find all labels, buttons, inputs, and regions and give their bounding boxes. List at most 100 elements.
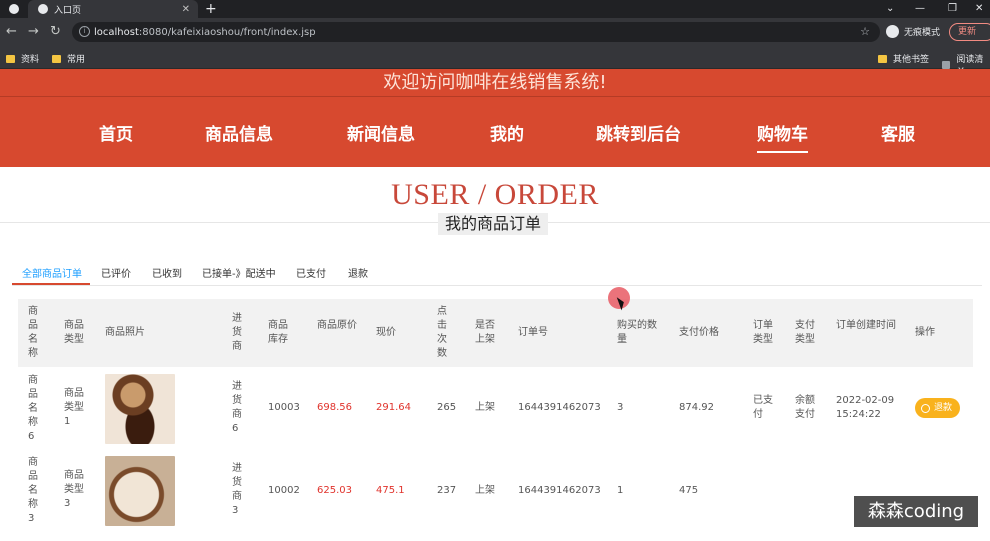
tab-paid[interactable]: 已支付 — [296, 265, 326, 280]
nav-news[interactable]: 新闻信息 — [347, 125, 415, 145]
cell-stock: 10002 — [268, 485, 300, 496]
bookmark-label: 常用 — [67, 55, 86, 65]
bookmark-folder[interactable]: 常用 — [52, 52, 85, 65]
cell-pay-type: 余额支付 — [795, 395, 815, 420]
nav-admin[interactable]: 跳转到后台 — [596, 125, 681, 145]
page-title-en: USER / ORDER — [391, 178, 599, 211]
globe-icon — [38, 4, 48, 14]
cell-quantity: 1 — [617, 485, 624, 496]
table-header: 商品名称 商品类型 商品照片 进货商 商品库存 商品原价 现价 点击次数 是否上… — [18, 299, 973, 367]
watermark: 森森coding — [854, 496, 978, 527]
refund-icon — [921, 403, 930, 413]
cell-product-name: 商品名称3 — [28, 457, 38, 524]
tab-all-orders[interactable]: 全部商品订单 — [22, 265, 82, 280]
col-header: 支付类型 — [795, 320, 815, 345]
address-bar: ← → ↻ i localhost:8080/kafeixiaoshou/fro… — [0, 18, 990, 47]
restore-icon[interactable]: ❐ — [948, 0, 957, 18]
cell-order-no: 1644391462073 — [518, 402, 601, 413]
refund-label: 退款 — [934, 403, 953, 413]
chevron-down-icon[interactable]: ⌄ — [886, 0, 894, 18]
col-header: 商品原价 — [317, 320, 357, 331]
table-row[interactable]: 商品名称6 商品类型1 进货商6 10003 698.56 291.64 265… — [18, 371, 973, 453]
new-tab-button[interactable]: + — [205, 0, 217, 18]
col-header: 现价 — [376, 327, 396, 338]
tab-delivering[interactable]: 已接单-》配送中 — [202, 265, 276, 280]
bookmark-label: 其他书签 — [893, 55, 930, 65]
nav-products[interactable]: 商品信息 — [205, 125, 273, 145]
cell-quantity: 3 — [617, 402, 624, 413]
col-header: 支付价格 — [679, 327, 719, 338]
site-header: 欢迎访问咖啡在线销售系统! 首页 商品信息 新闻信息 我的 跳转到后台 购物车 … — [0, 69, 990, 167]
cell-original-price: 625.03 — [317, 485, 352, 496]
col-header: 商品名称 — [28, 306, 38, 359]
col-header: 操作 — [915, 327, 935, 338]
cell-on-shelf: 上架 — [475, 485, 495, 496]
cell-stock: 10003 — [268, 402, 300, 413]
cell-created-time: 2022-02-09 15:24:22 — [836, 395, 895, 420]
nav-mine[interactable]: 我的 — [490, 125, 524, 145]
forward-icon[interactable]: → — [28, 24, 39, 39]
cell-clicks: 237 — [437, 485, 457, 496]
col-header: 订单号 — [518, 327, 548, 338]
update-label: 更新 — [958, 27, 977, 37]
cell-product-type: 商品类型1 — [64, 388, 84, 427]
folder-icon — [878, 54, 887, 63]
cell-original-price: 698.56 — [317, 402, 352, 413]
nav-home[interactable]: 首页 — [99, 125, 133, 145]
update-button[interactable]: 更新 — [949, 23, 990, 41]
url-input[interactable]: i localhost:8080/kafeixiaoshou/front/ind… — [72, 22, 880, 42]
col-header: 是否上架 — [475, 320, 495, 345]
nav-cart[interactable]: 购物车 — [757, 125, 808, 153]
url-path: :8080/kafeixiaoshou/front/index.jsp — [138, 26, 316, 38]
cell-supplier: 进货商3 — [232, 463, 242, 516]
main-nav: 首页 商品信息 新闻信息 我的 跳转到后台 购物车 客服 — [0, 125, 990, 153]
product-photo[interactable] — [105, 456, 175, 526]
incognito-label: 无痕模式 — [904, 28, 941, 38]
tab-refund[interactable]: 退款 — [348, 265, 368, 280]
minimize-icon[interactable]: — — [915, 0, 925, 18]
folder-icon — [52, 54, 61, 63]
back-icon[interactable]: ← — [6, 24, 17, 39]
browser-menu-icon[interactable] — [9, 4, 19, 14]
col-header: 购买的数量 — [617, 320, 657, 345]
bookmark-label: 资料 — [21, 55, 40, 65]
col-header: 商品照片 — [105, 327, 145, 338]
browser-tab[interactable]: 入口页 ✕ — [28, 0, 198, 18]
welcome-banner: 欢迎访问咖啡在线销售系统! — [0, 69, 990, 97]
folder-icon — [6, 54, 15, 63]
col-header: 订单类型 — [753, 320, 773, 345]
tab-reviewed[interactable]: 已评价 — [101, 265, 131, 280]
tab-received[interactable]: 已收到 — [152, 265, 182, 280]
refund-button[interactable]: 退款 — [915, 398, 961, 418]
nav-service[interactable]: 客服 — [881, 125, 915, 145]
reading-list-icon — [942, 61, 951, 69]
col-header: 点击次数 — [437, 306, 447, 359]
incognito-icon — [886, 25, 899, 38]
col-header: 商品库存 — [268, 320, 288, 345]
product-photo[interactable] — [105, 374, 175, 444]
bookmark-folder[interactable]: 其他书签 — [878, 52, 929, 65]
cell-pay-price: 874.92 — [679, 402, 714, 413]
cell-product-type: 商品类型3 — [64, 470, 84, 509]
cell-product-name: 商品名称6 — [28, 375, 38, 442]
browser-tab-bar: 入口页 ✕ + ⌄ — ❐ ✕ — [0, 0, 990, 18]
incognito-indicator[interactable]: 无痕模式 — [886, 25, 940, 38]
tab-title: 入口页 — [54, 5, 82, 16]
reload-icon[interactable]: ↻ — [50, 24, 61, 39]
window-close-icon[interactable]: ✕ — [975, 0, 983, 18]
cell-order-type: 已支付 — [753, 395, 773, 420]
bookmarks-bar: 资料 常用 其他书签 阅读清单 — [0, 47, 990, 78]
cell-supplier: 进货商6 — [232, 381, 242, 434]
bookmark-folder[interactable]: 资料 — [6, 52, 39, 65]
col-header: 订单创建时间 — [836, 320, 896, 331]
col-header: 进货商 — [232, 313, 242, 352]
cell-current-price: 291.64 — [376, 402, 411, 413]
close-icon[interactable]: ✕ — [182, 4, 190, 15]
info-icon[interactable]: i — [79, 26, 90, 37]
cell-order-no: 1644391462073 — [518, 485, 601, 496]
cell-on-shelf: 上架 — [475, 402, 495, 413]
cell-current-price: 475.1 — [376, 485, 405, 496]
active-tab-underline — [12, 283, 90, 285]
star-icon[interactable]: ☆ — [860, 25, 870, 38]
order-status-tabs: 全部商品订单 已评价 已收到 已接单-》配送中 已支付 退款 — [12, 262, 982, 286]
